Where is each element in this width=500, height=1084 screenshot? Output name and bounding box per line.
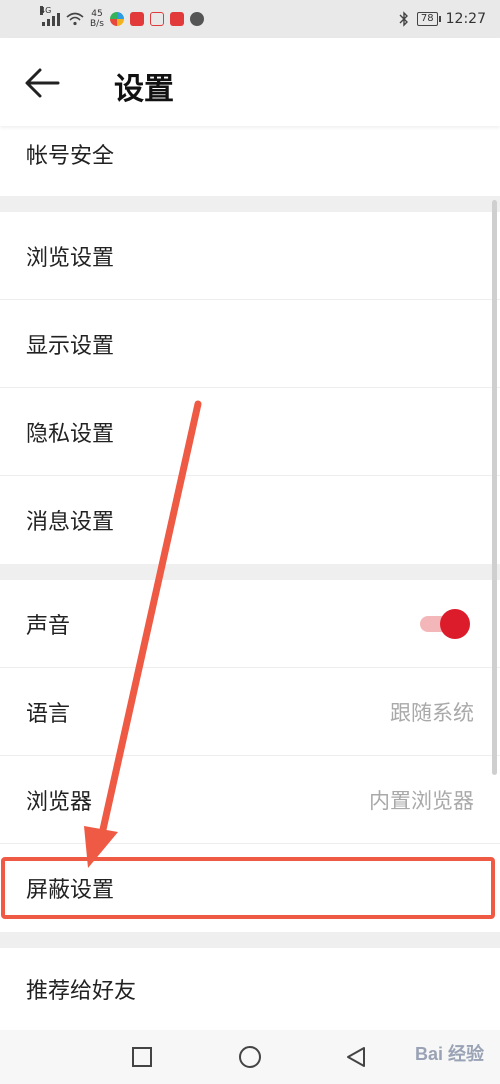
item-label: 帐号安全 bbox=[26, 144, 115, 169]
item-label: 隐私设置 bbox=[26, 421, 115, 447]
watermark: Bai 经验 bbox=[414, 1044, 484, 1064]
scrollbar[interactable] bbox=[492, 200, 497, 775]
app-notification-icon bbox=[129, 12, 144, 26]
section-divider bbox=[0, 932, 500, 948]
clock: 12:27 bbox=[445, 11, 486, 27]
sound-toggle[interactable] bbox=[420, 608, 470, 639]
status-right: 78 12:27 bbox=[399, 6, 486, 32]
signal-icon: 4G bbox=[40, 6, 60, 26]
browser-value: 内置浏览器 bbox=[369, 788, 474, 813]
item-label: 推荐给好友 bbox=[26, 979, 137, 1004]
network-tag: 4G bbox=[40, 6, 52, 15]
app-notification-icon bbox=[149, 12, 164, 26]
settings-item-recommend[interactable]: 推荐给好友 bbox=[0, 948, 500, 1030]
item-label: 语言 bbox=[26, 701, 71, 727]
settings-item-sound[interactable]: 声音 bbox=[0, 580, 500, 668]
section-divider bbox=[0, 196, 500, 212]
speed-unit: B/s bbox=[90, 19, 104, 29]
circle-icon[interactable] bbox=[238, 1045, 262, 1069]
arrow-left-icon[interactable] bbox=[22, 62, 64, 104]
app-notification-icon bbox=[189, 12, 204, 26]
settings-item-language[interactable]: 语言 跟随系统 bbox=[0, 668, 500, 756]
settings-item-browser[interactable]: 浏览器 内置浏览器 bbox=[0, 756, 500, 844]
app-notification-icon bbox=[109, 12, 124, 26]
item-label: 声音 bbox=[26, 613, 71, 639]
toggle-thumb bbox=[440, 608, 470, 639]
status-bar: 4G 45 B/s 78 12:27 bbox=[0, 0, 500, 38]
item-label: 显示设置 bbox=[26, 333, 115, 359]
settings-item-privacy[interactable]: 隐私设置 bbox=[0, 388, 500, 476]
battery-icon: 78 bbox=[416, 12, 441, 26]
section-divider bbox=[0, 564, 500, 580]
page-title: 设置 bbox=[114, 72, 174, 107]
bluetooth-icon bbox=[399, 11, 408, 27]
speed-value: 45 bbox=[91, 9, 103, 19]
square-icon[interactable] bbox=[130, 1045, 154, 1069]
network-speed: 45 B/s bbox=[90, 9, 104, 29]
item-label: 浏览器 bbox=[26, 789, 93, 815]
settings-item-browse[interactable]: 浏览设置 bbox=[0, 212, 500, 300]
language-value: 跟随系统 bbox=[390, 700, 474, 725]
wifi-icon bbox=[66, 12, 84, 26]
item-label: 消息设置 bbox=[26, 510, 115, 535]
triangle-back-icon[interactable] bbox=[344, 1045, 368, 1069]
item-label: 浏览设置 bbox=[26, 245, 115, 271]
app-header: 设置 bbox=[0, 38, 500, 126]
settings-item-message[interactable]: 消息设置 bbox=[0, 476, 500, 564]
status-left: 4G 45 B/s bbox=[40, 6, 204, 32]
settings-item-display[interactable]: 显示设置 bbox=[0, 300, 500, 388]
app-notification-icon bbox=[169, 12, 184, 26]
annotation-highlight-box bbox=[1, 857, 495, 919]
system-nav-bar: Bai 经验 bbox=[0, 1030, 500, 1084]
